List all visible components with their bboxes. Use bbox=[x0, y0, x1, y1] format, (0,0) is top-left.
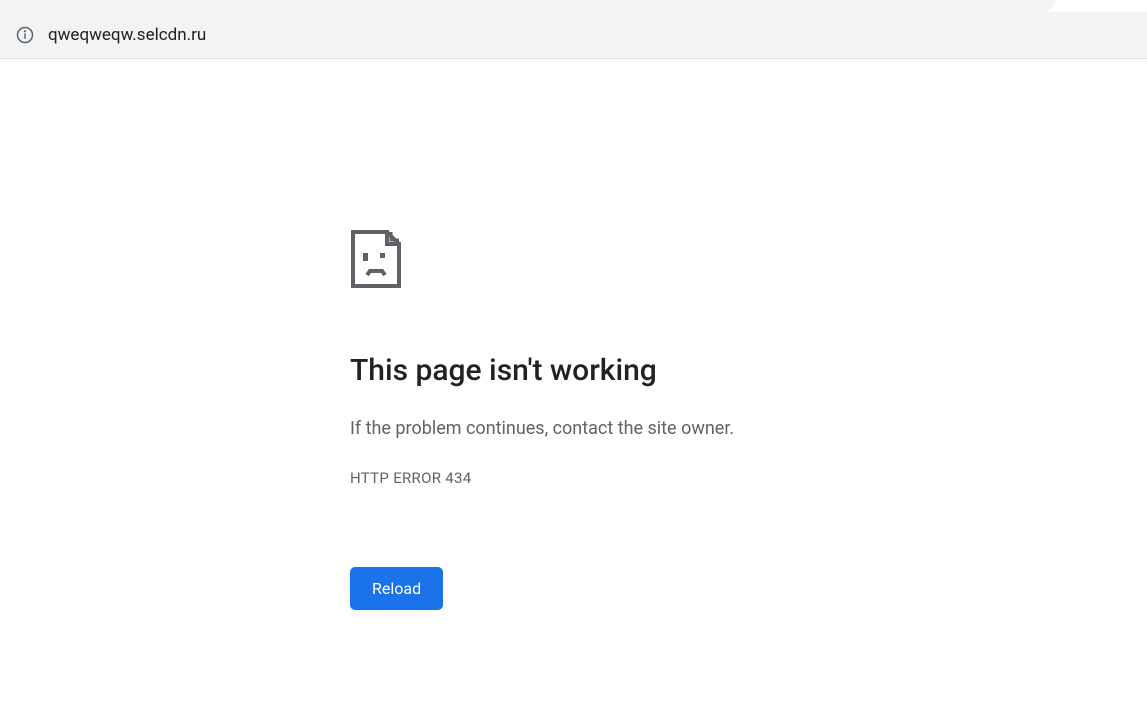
error-page-content: This page isn't working If the problem c… bbox=[0, 59, 1147, 610]
error-heading: This page isn't working bbox=[350, 353, 1147, 388]
reload-button[interactable]: Reload bbox=[350, 567, 443, 610]
url-text[interactable]: qweqweqw.selcdn.ru bbox=[48, 25, 206, 45]
address-bar[interactable]: qweqweqw.selcdn.ru bbox=[0, 12, 1147, 59]
error-code: HTTP ERROR 434 bbox=[350, 469, 1147, 487]
error-message: If the problem continues, contact the si… bbox=[350, 418, 1147, 439]
sad-page-icon bbox=[350, 229, 1147, 293]
tab-bar-placeholder bbox=[0, 0, 1055, 12]
info-icon[interactable] bbox=[16, 26, 34, 44]
